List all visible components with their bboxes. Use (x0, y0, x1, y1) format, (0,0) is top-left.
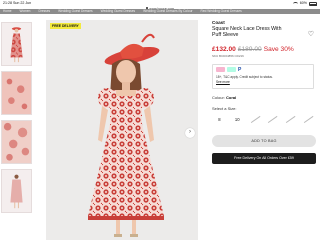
breadcrumb-item[interactable]: Dresses (38, 9, 50, 14)
wishlist-heart-icon[interactable]: ♡ (308, 30, 314, 38)
payment-options: P 18+, T&C apply. Credit subject to stat… (212, 63, 314, 89)
thumbnail-2[interactable] (1, 71, 32, 115)
see-more-link[interactable]: See more (216, 80, 310, 84)
original-price: £189.00 (237, 45, 262, 53)
size-option-unavailable[interactable] (248, 114, 263, 125)
size-option[interactable]: 8 (212, 114, 227, 125)
size-option-unavailable[interactable] (265, 114, 280, 125)
paypal-logo-icon: P (238, 66, 242, 73)
payment-logos: P (216, 67, 310, 73)
thumbnail-4[interactable] (1, 169, 32, 213)
dress-illustration (46, 20, 198, 240)
breadcrumb-item[interactable]: Wedding Guest Dresses By Colour (143, 9, 192, 14)
breadcrumb-item[interactable]: Home (3, 9, 12, 14)
colour-value: Coral (226, 94, 237, 100)
breadcrumb-item[interactable]: Red Wedding Guest Dresses (201, 9, 242, 14)
size-option[interactable]: 10 (230, 114, 245, 125)
thumbnail-1[interactable] (1, 22, 32, 66)
size-option-unavailable[interactable] (283, 114, 298, 125)
add-to-bag-button[interactable]: ADD TO BAG (212, 134, 316, 147)
savings-label: Save 30% (263, 45, 294, 53)
size-label: Select a Size: (212, 105, 237, 111)
klarna-logo-icon (216, 67, 225, 73)
clearpay-logo-icon (227, 67, 236, 73)
current-price: £132.00 (212, 45, 236, 53)
product-title: Square Neck Lace Dress With Puff Sleeve (212, 26, 282, 39)
colour-label: Colour: (212, 94, 225, 100)
product-details: Coast Square Neck Lace Dress With Puff S… (212, 20, 316, 164)
size-selector: 8 10 (212, 114, 316, 125)
price-row: £132.00 £189.00 Save 30% (212, 46, 316, 53)
free-delivery-badge: FREE DELIVERY (50, 23, 81, 29)
breadcrumb-item[interactable]: Wedding Guest Dresses (101, 9, 136, 14)
main-product-image[interactable]: FREE DELIVERY › (46, 20, 198, 240)
thumbnail-3[interactable] (1, 120, 32, 164)
payment-terms: 18+, T&C apply. Credit subject to status… (216, 74, 273, 79)
chevron-right-icon[interactable]: › (185, 128, 195, 138)
free-delivery-banner[interactable]: Free Delivery On All Orders Over £59 (212, 152, 316, 164)
colour-row: Colour: Coral (212, 95, 316, 100)
thumbnail-list (1, 22, 33, 218)
product-sku: SKU BCD04856 CD216 (212, 53, 244, 58)
breadcrumb-item[interactable]: Women (20, 9, 31, 14)
breadcrumb-item[interactable]: Wedding Guest Dresses (58, 9, 93, 14)
breadcrumb: Home Women Dresses Wedding Guest Dresses… (0, 9, 320, 14)
size-option-unavailable[interactable] (301, 114, 316, 125)
brand-name[interactable]: Coast (212, 20, 316, 25)
